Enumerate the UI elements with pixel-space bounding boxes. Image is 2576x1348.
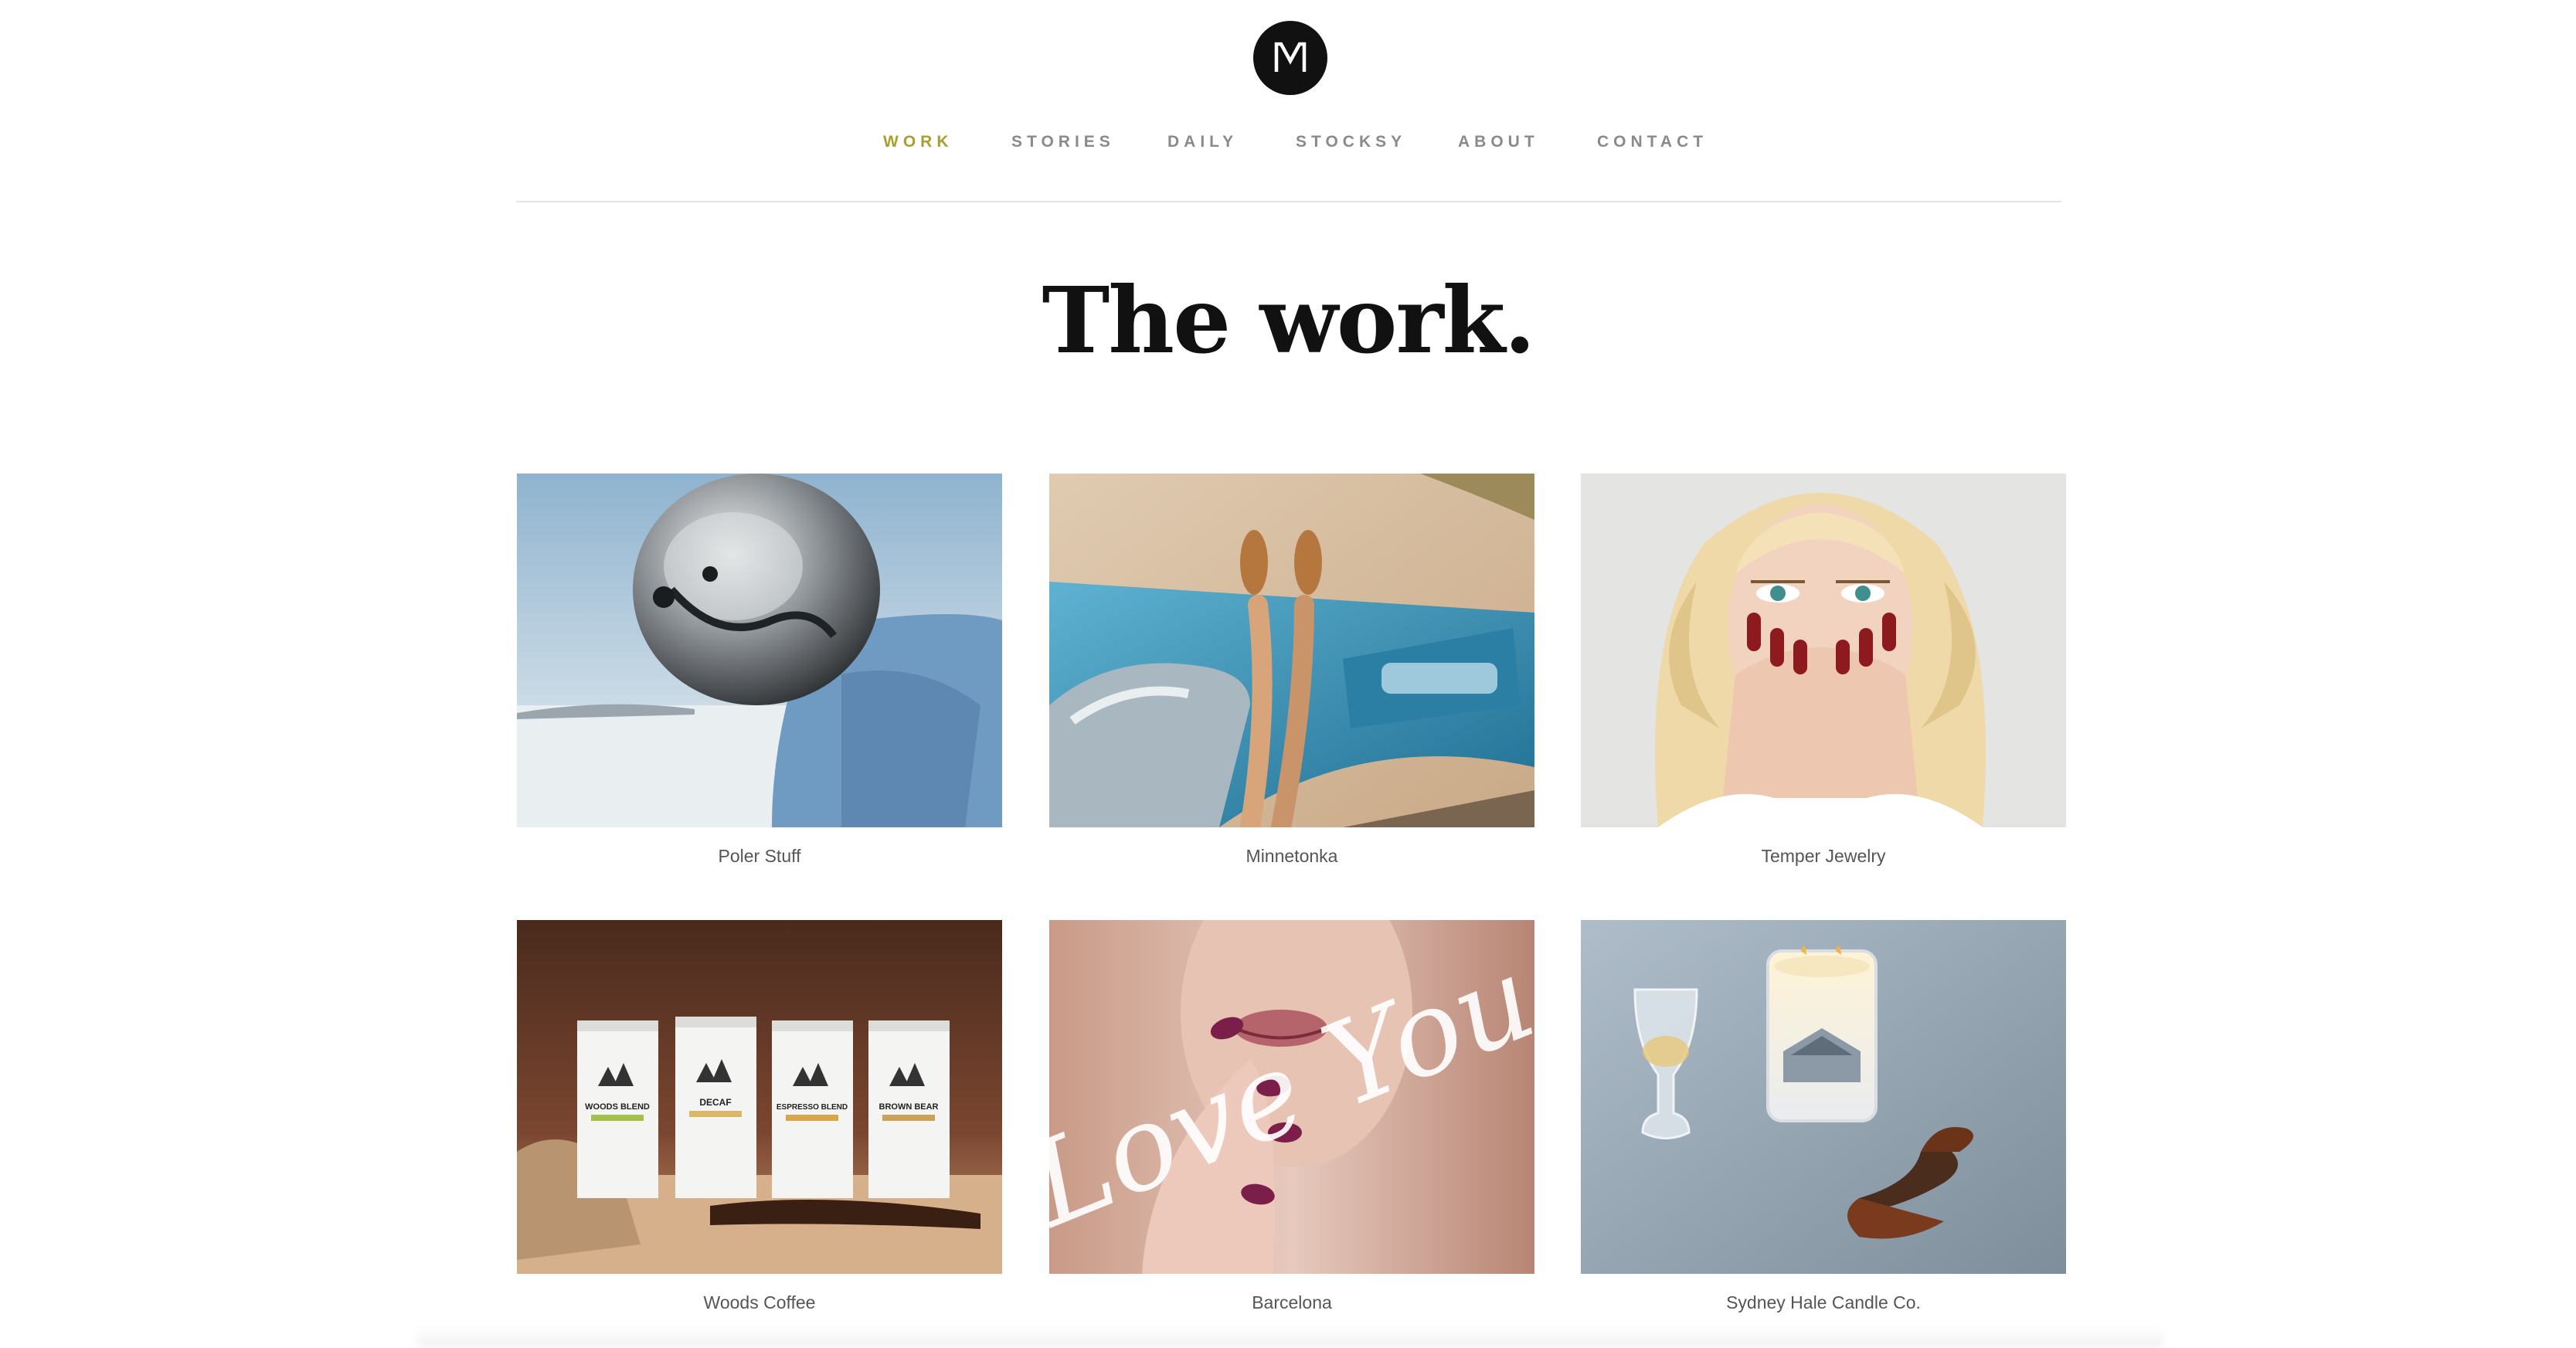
project-card-minnetonka[interactable]: Minnetonka <box>1049 474 1534 867</box>
project-caption: Barcelona <box>1252 1292 1332 1312</box>
project-caption: Woods Coffee <box>703 1292 816 1312</box>
page-title: The work. <box>1042 267 1535 374</box>
coffee-bags-photo: WOODS BLEND DECAF ESPRESSO BLEND BROWN B… <box>517 920 1002 1274</box>
page: WORK STORIES DAILY STOCKSY ABOUT CONTACT… <box>0 0 2576 1348</box>
logo-letter-m <box>1274 42 1307 72</box>
project-card-temper-jewelry[interactable]: Temper Jewelry <box>1581 474 2066 867</box>
love-you-lips-photo: Love You <box>1049 920 1534 1274</box>
project-card-woods-coffee[interactable]: WOODS BLEND DECAF ESPRESSO BLEND BROWN B… <box>517 920 1002 1313</box>
candle-pipe-glass-photo <box>1581 920 2066 1274</box>
nav-item-work[interactable]: WORK <box>883 133 953 151</box>
project-card-poler-stuff[interactable]: Poler Stuff <box>517 474 1002 867</box>
vintage-car-legs-photo <box>1049 474 1534 827</box>
project-caption: Sydney Hale Candle Co. <box>1726 1292 1921 1312</box>
coffee-bag-label: DECAF <box>699 1097 731 1108</box>
project-card-barcelona[interactable]: Love You Barcelona <box>1049 920 1534 1313</box>
nav-item-about[interactable]: ABOUT <box>1458 133 1539 151</box>
header-divider <box>516 201 2061 202</box>
astronaut-helmet-photo <box>517 474 1002 827</box>
bottom-shadow <box>417 1325 2163 1348</box>
coffee-bag-label: ESPRESSO BLEND <box>777 1103 848 1112</box>
blonde-woman-red-nails-photo <box>1581 474 2066 827</box>
logo-m-icon[interactable] <box>1253 21 1327 95</box>
nav-item-contact[interactable]: CONTACT <box>1597 133 1708 151</box>
coffee-bag-label: BROWN BEAR <box>879 1102 939 1112</box>
nav-item-daily[interactable]: DAILY <box>1167 133 1238 151</box>
project-card-sydney-hale[interactable]: Sydney Hale Candle Co. <box>1581 920 2066 1313</box>
coffee-bag-label: WOODS BLEND <box>585 1102 650 1112</box>
nav-item-stocksy[interactable]: STOCKSY <box>1296 133 1406 151</box>
project-caption: Temper Jewelry <box>1761 846 1886 866</box>
project-caption: Minnetonka <box>1246 846 1338 866</box>
nav-item-stories[interactable]: STORIES <box>1011 133 1115 151</box>
project-caption: Poler Stuff <box>718 846 801 866</box>
